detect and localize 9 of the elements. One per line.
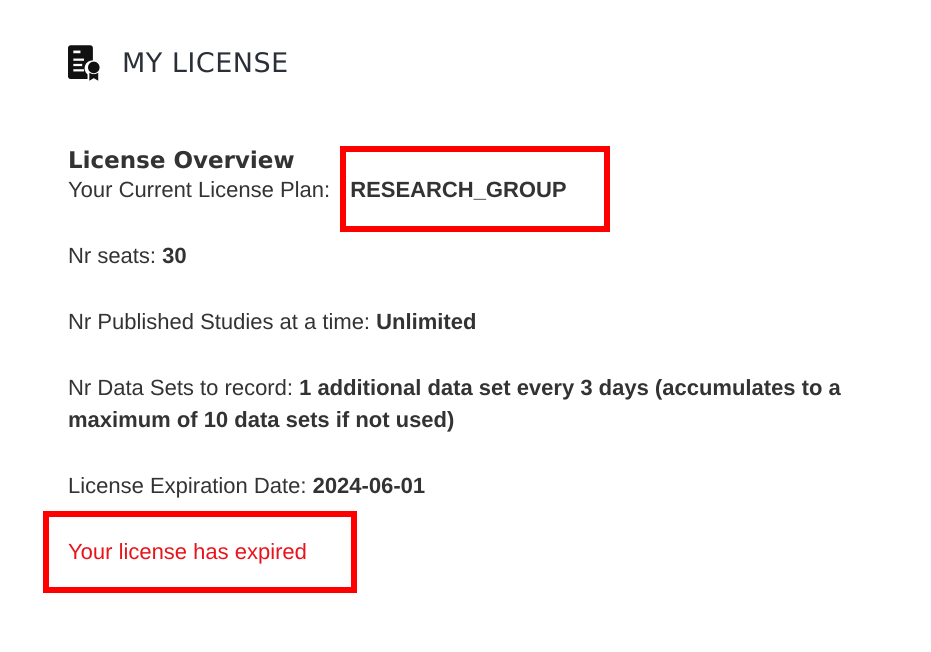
page-title: MY LICENSE xyxy=(122,48,289,78)
license-detail: Your Current License Plan: RESEARCH_GROUP xyxy=(68,176,568,204)
license-certificate-icon xyxy=(68,44,100,82)
license-detail: Nr seats: 30 xyxy=(68,242,188,270)
section-heading: License Overview xyxy=(68,148,296,174)
license-detail: Nr Data Sets to record: 1 additional data set every 3 days (accumulates to a maximum of 10 data sets if not used) xyxy=(68,374,842,434)
expired-message: Your license has expired xyxy=(68,539,307,564)
license-detail: License Expiration Date: 2024-06-01 xyxy=(68,472,426,500)
license-detail: Nr Published Studies at a time: Unlimited xyxy=(68,308,478,336)
